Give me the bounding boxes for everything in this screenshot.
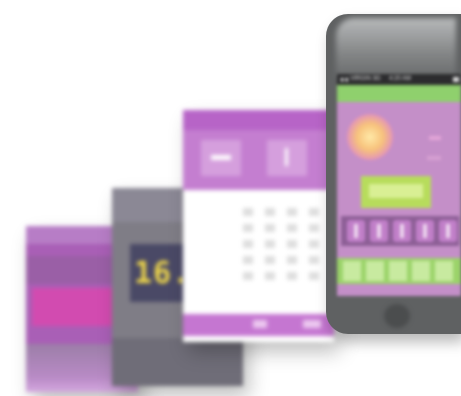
- tab-bar: [337, 258, 461, 284]
- control-key: [393, 220, 411, 242]
- action-panel: [361, 176, 431, 208]
- screen-header: [183, 110, 334, 130]
- iphone-device: ▖▖VIRGIN 3G 4:20 AM: [326, 14, 461, 334]
- table-row: [243, 208, 323, 216]
- table-row: [243, 224, 323, 232]
- accent-mark: [429, 136, 441, 140]
- app-screenshot-table: [183, 110, 334, 342]
- accent-mark: [427, 156, 441, 160]
- screen-footer: [183, 314, 334, 336]
- control-key: [347, 220, 365, 242]
- screen-bottom-area: [112, 338, 243, 386]
- status-time: 4:20 AM: [389, 76, 412, 82]
- control-key: [439, 220, 457, 242]
- control-strip: [341, 216, 459, 246]
- tile-area: [183, 130, 334, 190]
- tab-item: [343, 261, 361, 281]
- footer-icon: [303, 320, 321, 328]
- flower-image: [347, 114, 393, 160]
- footer-icon: [253, 320, 267, 328]
- tab-item: [389, 261, 407, 281]
- tile-button: [201, 140, 241, 176]
- app-title-bar: [337, 85, 461, 102]
- table-row: [243, 272, 323, 280]
- control-key: [370, 220, 388, 242]
- table-row: [243, 240, 323, 248]
- device-screen: ▖▖VIRGIN 3G 4:20 AM: [337, 74, 461, 296]
- data-table: [183, 206, 334, 306]
- status-carrier: ▖▖VIRGIN 3G: [341, 76, 381, 82]
- home-button-icon: [384, 304, 410, 328]
- control-key: [416, 220, 434, 242]
- table-row: [243, 256, 323, 264]
- device-reflection: [336, 18, 456, 78]
- tile-button: [267, 140, 307, 176]
- tab-item: [412, 261, 430, 281]
- status-bar: ▖▖VIRGIN 3G 4:20 AM: [337, 74, 461, 85]
- tab-item: [435, 261, 453, 281]
- action-panel-inner: [369, 184, 423, 198]
- battery-icon: [453, 77, 459, 82]
- tab-item: [366, 261, 384, 281]
